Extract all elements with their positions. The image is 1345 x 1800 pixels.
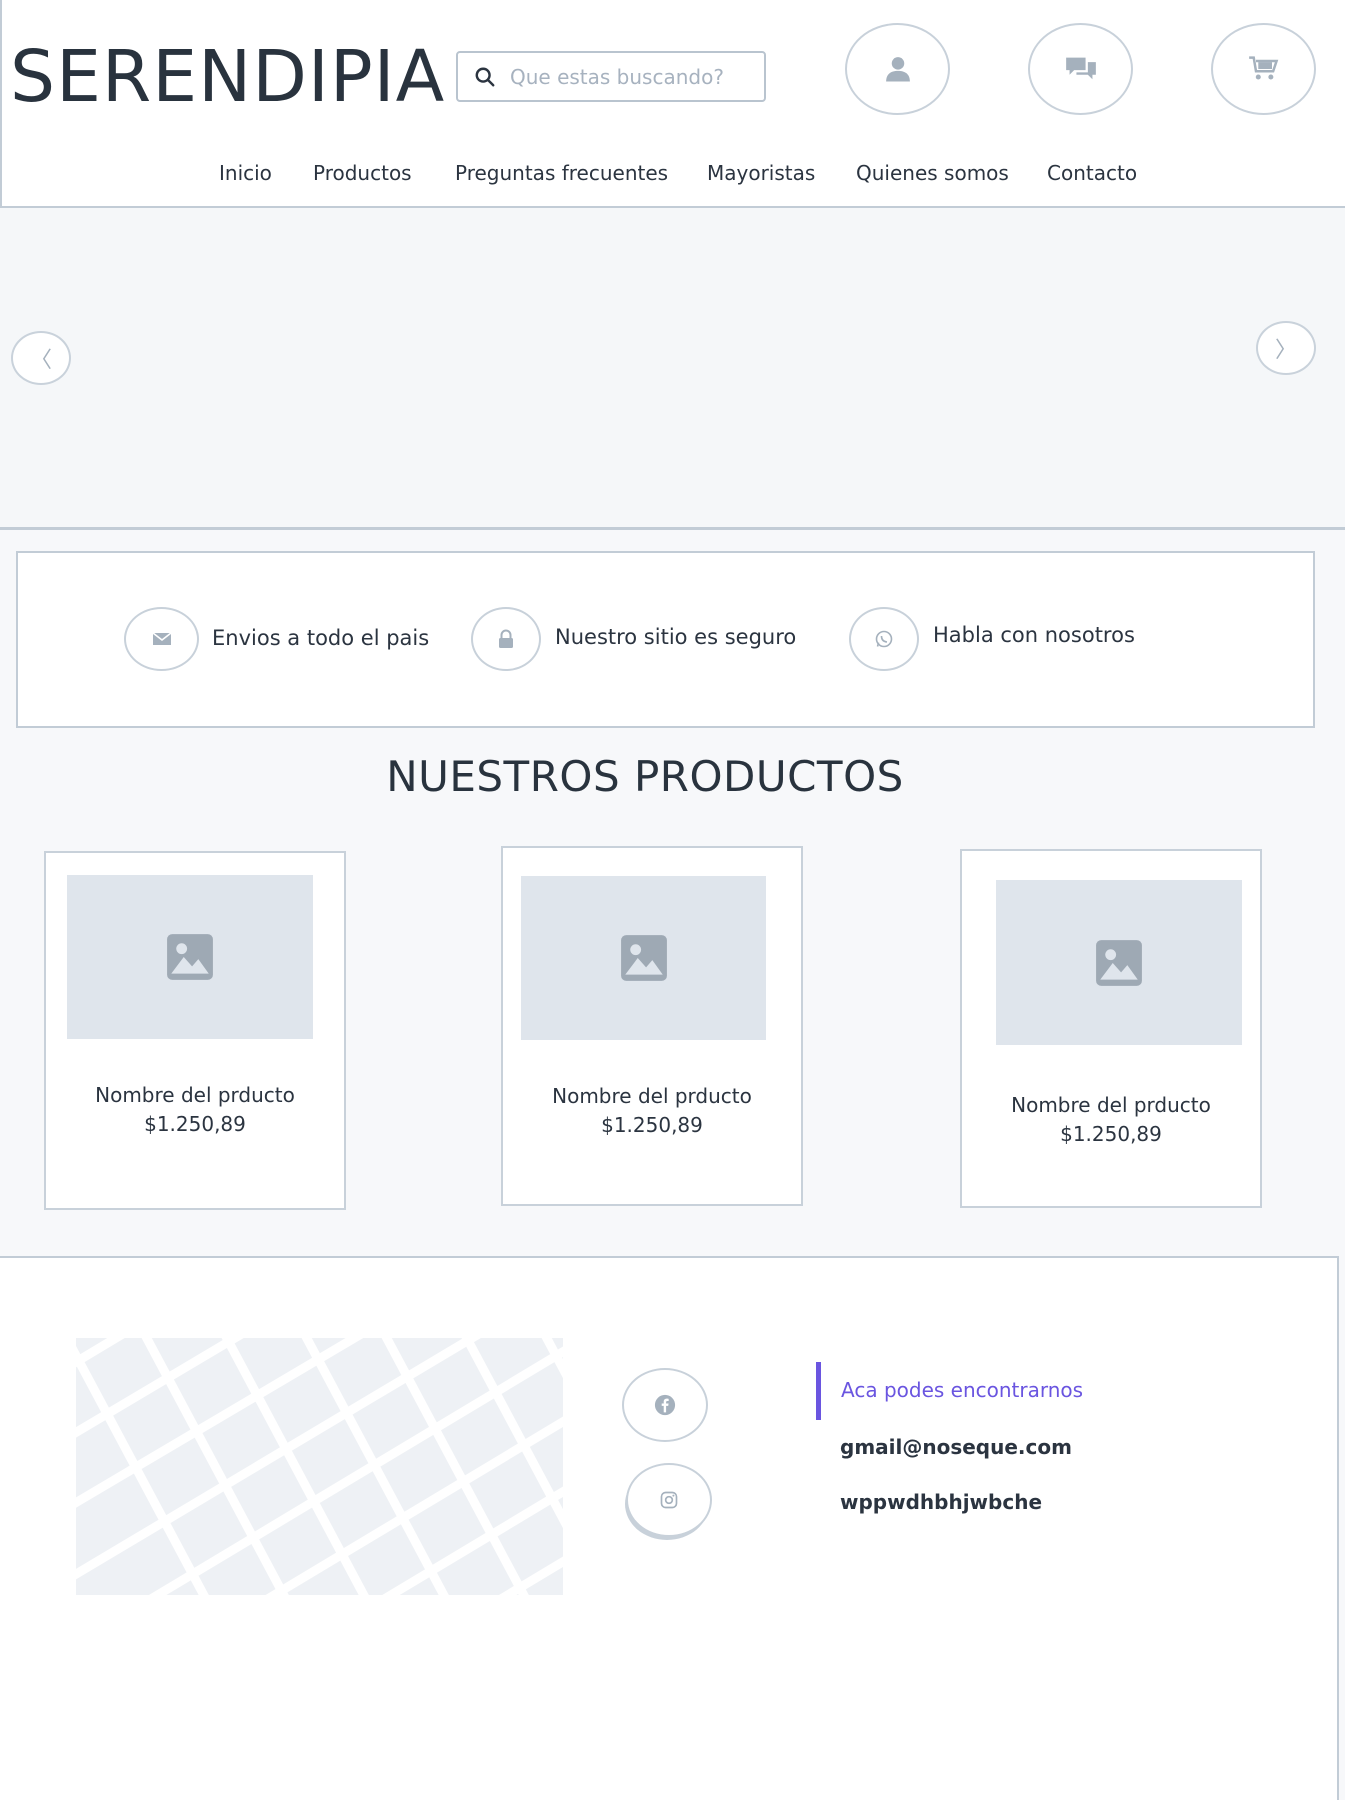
nav-item-mayoristas[interactable]: Mayoristas: [707, 161, 815, 185]
lock-icon: [499, 629, 513, 648]
feature-chat-badge[interactable]: [849, 607, 919, 671]
product-card[interactable]: Nombre del prducto $1.250,89: [960, 849, 1262, 1208]
product-image-placeholder: [996, 880, 1242, 1045]
contact-heading: Aca podes encontrarnos: [816, 1362, 1083, 1420]
image-icon: [1096, 939, 1142, 986]
product-name[interactable]: Nombre del prducto: [46, 1083, 344, 1107]
chat-icon: [1065, 57, 1096, 80]
carousel-next-button[interactable]: 〉: [1256, 321, 1316, 375]
nav-item-inicio[interactable]: Inicio: [219, 161, 272, 185]
product-image-placeholder: [521, 876, 766, 1040]
map-streets: [76, 1338, 563, 1595]
site-logo[interactable]: SERENDIPIA: [10, 32, 445, 122]
facebook-icon: [654, 1394, 676, 1416]
main-nav: Inicio Productos Preguntas frecuentes Ma…: [0, 155, 1345, 195]
hero-carousel: [0, 208, 1345, 530]
contact-phone[interactable]: wppwdhbhjwbche: [840, 1490, 1042, 1514]
nav-item-productos[interactable]: Productos: [313, 161, 412, 185]
nav-item-preguntas-frecuentes[interactable]: Preguntas frecuentes: [455, 161, 668, 185]
search-icon: [475, 67, 495, 86]
image-icon: [620, 935, 667, 981]
account-button[interactable]: [845, 23, 950, 115]
contact-email[interactable]: gmail@noseque.com: [840, 1435, 1072, 1459]
user-icon: [885, 57, 910, 82]
envelope-icon: [152, 632, 171, 645]
map-placeholder[interactable]: [76, 1338, 563, 1595]
carousel-prev-button[interactable]: 〈: [11, 331, 71, 385]
instagram-icon: [660, 1491, 678, 1509]
nav-item-contacto[interactable]: Contacto: [1047, 161, 1137, 185]
cart-icon: [1248, 56, 1278, 80]
cart-button[interactable]: [1211, 23, 1316, 115]
feature-chat-label[interactable]: Habla con nosotros: [933, 623, 1135, 647]
product-price: $1.250,89: [601, 1113, 703, 1137]
search-input[interactable]: [508, 63, 752, 90]
product-image-placeholder: [67, 875, 313, 1039]
product-price: $1.250,89: [144, 1112, 246, 1136]
contact-heading-label: Aca podes encontrarnos: [841, 1378, 1084, 1402]
product-price: $1.250,89: [1060, 1122, 1162, 1146]
nav-item-quienes-somos[interactable]: Quienes somos: [856, 161, 1009, 185]
feature-secure-label: Nuestro sitio es seguro: [555, 625, 797, 649]
messages-button[interactable]: [1028, 23, 1133, 115]
products-section-title: NUESTROS PRODUCTOS: [386, 752, 904, 801]
image-icon: [167, 934, 213, 980]
search-box[interactable]: [456, 51, 766, 102]
feature-shipping-label: Envios a todo el pais: [212, 626, 430, 650]
product-card[interactable]: Nombre del prducto $1.250,89: [501, 846, 803, 1206]
product-name[interactable]: Nombre del prducto: [503, 1084, 801, 1108]
product-card[interactable]: Nombre del prducto $1.250,89: [44, 851, 346, 1210]
product-name[interactable]: Nombre del prducto: [962, 1093, 1260, 1117]
whatsapp-icon: [875, 630, 893, 648]
instagram-link[interactable]: [626, 1463, 712, 1537]
feature-shipping-badge: [124, 607, 199, 671]
facebook-link[interactable]: [622, 1368, 708, 1442]
feature-secure-badge: [471, 607, 541, 671]
